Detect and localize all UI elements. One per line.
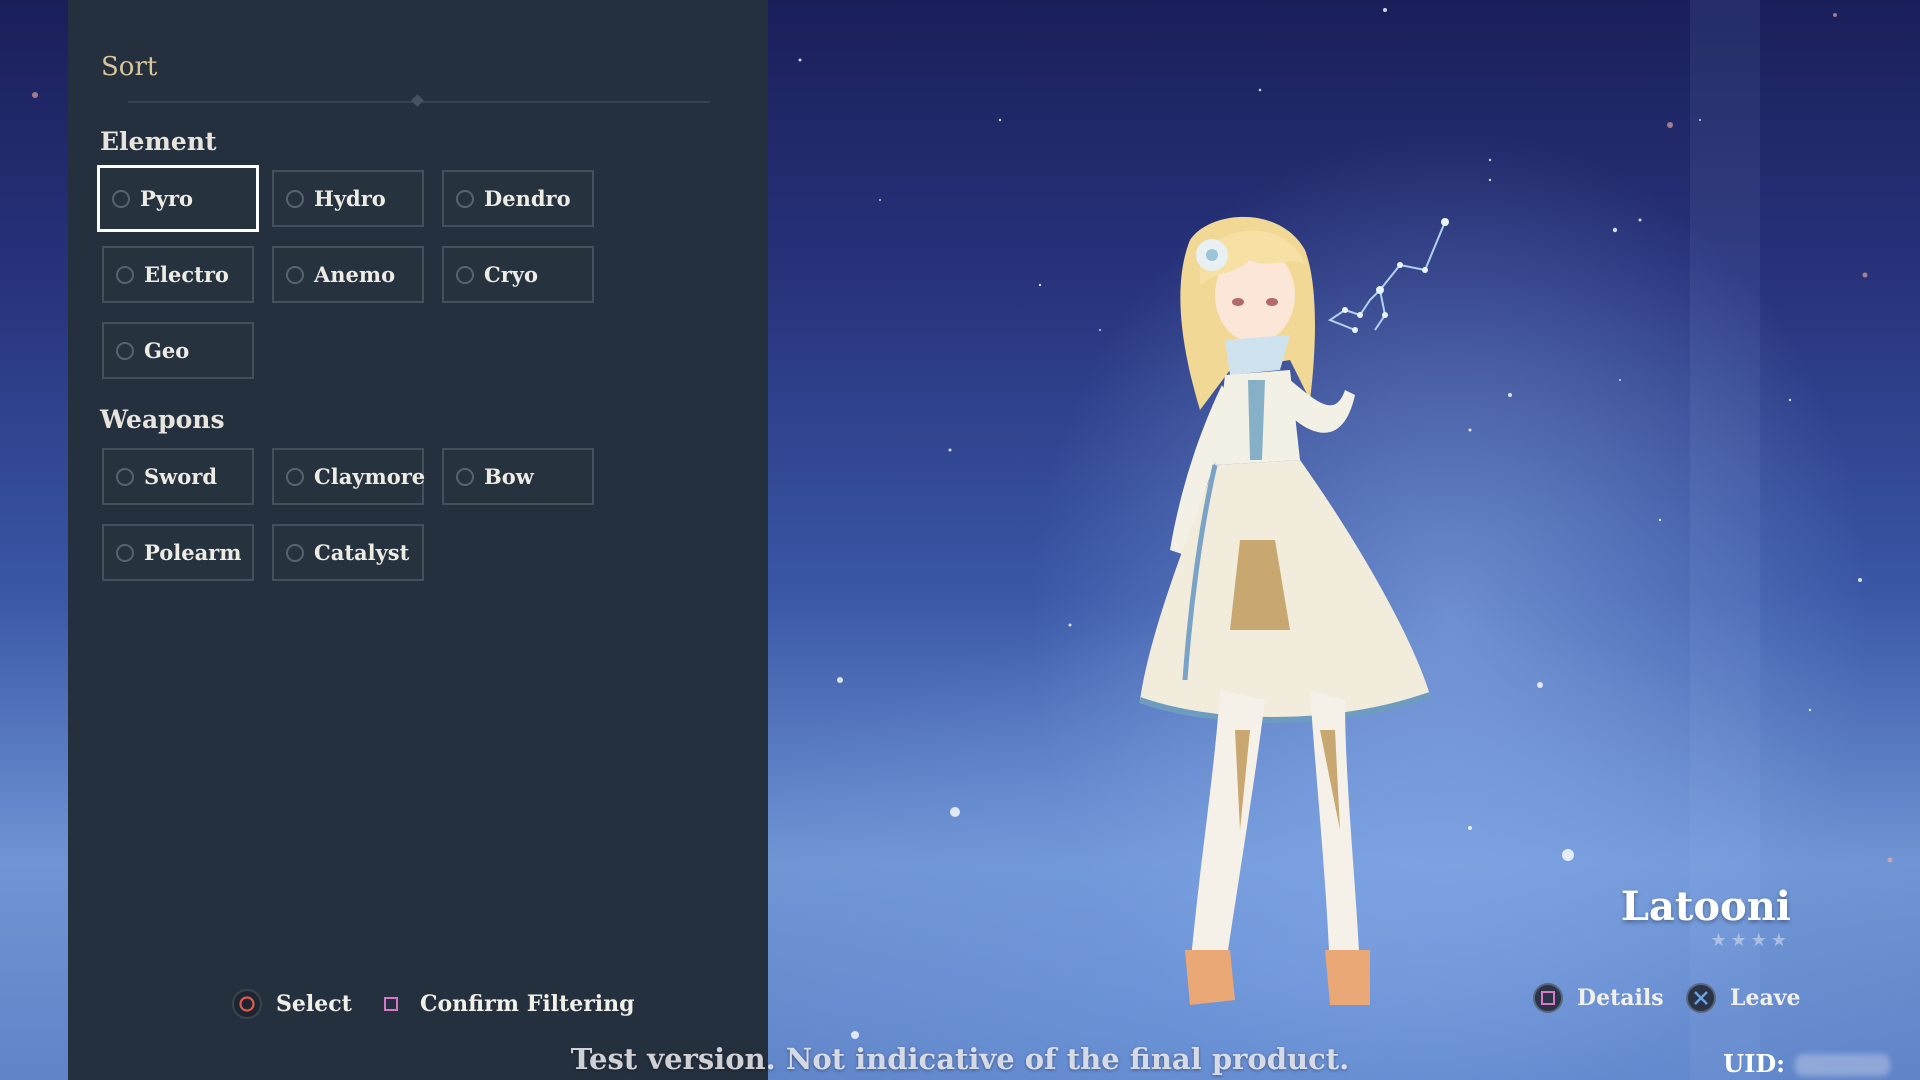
leave-hint[interactable]: Leave — [1686, 980, 1801, 1016]
character-model-latooni — [1138, 216, 1449, 1005]
option-label: Cryo — [484, 262, 538, 287]
select-label: Select — [276, 991, 352, 1017]
filter-option-anemo[interactable]: Anemo — [272, 246, 424, 303]
option-label: Bow — [484, 464, 534, 489]
filter-option-pyro[interactable]: Pyro — [97, 165, 259, 232]
radio-icon — [286, 265, 304, 284]
option-label: Pyro — [140, 186, 194, 211]
radio-icon — [116, 265, 134, 284]
character-name: Latooni — [1620, 883, 1791, 930]
radio-icon — [286, 467, 304, 486]
leave-label: Leave — [1730, 985, 1801, 1011]
details-hint[interactable]: Details — [1533, 980, 1664, 1016]
details-label: Details — [1577, 985, 1664, 1011]
divider-ornament — [411, 94, 424, 107]
radio-icon — [456, 467, 474, 486]
element-heading: Element — [100, 127, 217, 156]
uid-value-redacted — [1795, 1054, 1890, 1076]
option-label: Catalyst — [314, 540, 410, 565]
option-label: Anemo — [314, 262, 396, 287]
square-button-icon — [376, 989, 406, 1019]
radio-icon — [456, 189, 474, 208]
uid-label: UID: — [1723, 1049, 1785, 1078]
filter-option-sword[interactable]: Sword — [102, 448, 254, 505]
confirm-filtering-hint[interactable]: Confirm Filtering — [376, 986, 635, 1022]
radio-icon — [116, 543, 134, 562]
test-version-watermark: Test version. Not indicative of the fina… — [570, 1042, 1350, 1076]
circle-button-icon — [232, 989, 262, 1019]
square-button-icon — [1533, 983, 1563, 1013]
radio-icon — [116, 341, 134, 360]
filter-option-cryo[interactable]: Cryo — [442, 246, 594, 303]
filter-option-catalyst[interactable]: Catalyst — [272, 524, 424, 581]
cross-button-icon — [1686, 983, 1716, 1013]
option-label: Geo — [144, 338, 190, 363]
filter-option-hydro[interactable]: Hydro — [272, 170, 424, 227]
weapons-heading: Weapons — [100, 405, 225, 434]
rarity-stars: ★★★★ — [1710, 930, 1791, 951]
option-label: Sword — [144, 464, 217, 489]
sort-filter-panel: Sort Element Pyro Hydro Dendro Electro A… — [68, 0, 768, 1080]
filter-option-bow[interactable]: Bow — [442, 448, 594, 505]
option-label: Dendro — [484, 186, 571, 211]
filter-option-claymore[interactable]: Claymore — [272, 448, 426, 505]
option-label: Electro — [144, 262, 229, 287]
confirm-filtering-label: Confirm Filtering — [420, 991, 635, 1017]
panel-title: Sort — [101, 52, 158, 82]
radio-icon — [286, 543, 304, 562]
filter-option-polearm[interactable]: Polearm — [102, 524, 254, 581]
filter-option-geo[interactable]: Geo — [102, 322, 254, 379]
option-label: Polearm — [144, 540, 242, 565]
filter-option-dendro[interactable]: Dendro — [442, 170, 594, 227]
option-label: Claymore — [314, 464, 426, 489]
option-label: Hydro — [314, 186, 386, 211]
radio-icon — [286, 189, 304, 208]
radio-icon — [116, 467, 134, 486]
radio-icon — [456, 265, 474, 284]
filter-option-electro[interactable]: Electro — [102, 246, 254, 303]
radio-icon — [112, 189, 130, 208]
select-hint[interactable]: Select — [232, 986, 352, 1022]
